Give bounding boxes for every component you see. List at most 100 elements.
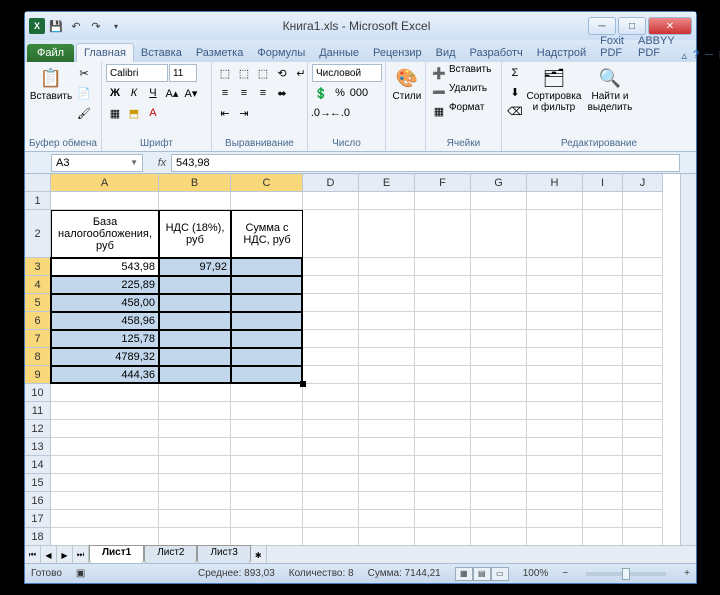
cell-G3[interactable] (471, 258, 527, 276)
row-header-10[interactable]: 10 (25, 384, 51, 402)
cell-H3[interactable] (527, 258, 583, 276)
data-cell-B6[interactable] (159, 312, 231, 330)
data-cell-C4[interactable] (231, 276, 303, 294)
cell-J11[interactable] (623, 402, 663, 420)
row-header-3[interactable]: 3 (25, 258, 51, 276)
cell-F3[interactable] (415, 258, 471, 276)
col-header-B[interactable]: B (159, 174, 231, 192)
tab-view[interactable]: Вид (429, 44, 463, 62)
cell-D4[interactable] (303, 276, 359, 294)
cell-D9[interactable] (303, 366, 359, 384)
first-sheet-icon[interactable]: ⏮ (25, 546, 41, 564)
cell-F11[interactable] (415, 402, 471, 420)
cell-G15[interactable] (471, 474, 527, 492)
cell-I7[interactable] (583, 330, 623, 348)
format-painter-icon[interactable]: 🖌 (75, 104, 93, 122)
cell-I4[interactable] (583, 276, 623, 294)
qat-dropdown-icon[interactable]: ▾ (107, 17, 125, 35)
cell-H6[interactable] (527, 312, 583, 330)
data-cell-B7[interactable] (159, 330, 231, 348)
page-break-icon[interactable]: ▭ (491, 567, 509, 581)
zoom-slider[interactable] (586, 572, 666, 576)
cell-I3[interactable] (583, 258, 623, 276)
data-cell-B3[interactable]: 97,92 (159, 258, 231, 276)
data-cell-A8[interactable]: 4789,32 (51, 348, 159, 366)
cell-J10[interactable] (623, 384, 663, 402)
cell-G5[interactable] (471, 294, 527, 312)
cell-A17[interactable] (51, 510, 159, 528)
cell-F4[interactable] (415, 276, 471, 294)
cell-A16[interactable] (51, 492, 159, 510)
data-cell-B4[interactable] (159, 276, 231, 294)
grow-font-icon[interactable]: A▴ (163, 84, 181, 102)
cell-D13[interactable] (303, 438, 359, 456)
cell-J7[interactable] (623, 330, 663, 348)
cell-B13[interactable] (159, 438, 231, 456)
row-header-15[interactable]: 15 (25, 474, 51, 492)
cell-E18[interactable] (359, 528, 415, 545)
find-select-button[interactable]: 🔍 Найти и выделить (584, 64, 636, 115)
macro-record-icon[interactable]: ▣ (76, 568, 85, 579)
cell-F12[interactable] (415, 420, 471, 438)
col-header-H[interactable]: H (527, 174, 583, 192)
data-cell-A6[interactable]: 458,96 (51, 312, 159, 330)
col-header-G[interactable]: G (471, 174, 527, 192)
cell-A12[interactable] (51, 420, 159, 438)
cell-F17[interactable] (415, 510, 471, 528)
cell-C15[interactable] (231, 474, 303, 492)
cell-G6[interactable] (471, 312, 527, 330)
cell-B14[interactable] (159, 456, 231, 474)
data-cell-A4[interactable]: 225,89 (51, 276, 159, 294)
cell-H16[interactable] (527, 492, 583, 510)
row-header-4[interactable]: 4 (25, 276, 51, 294)
cell-D5[interactable] (303, 294, 359, 312)
cell-J17[interactable] (623, 510, 663, 528)
data-cell-A9[interactable]: 444,36 (51, 366, 159, 384)
cell-A10[interactable] (51, 384, 159, 402)
cell-D6[interactable] (303, 312, 359, 330)
row-header-9[interactable]: 9 (25, 366, 51, 384)
cell-I18[interactable] (583, 528, 623, 545)
cell-F7[interactable] (415, 330, 471, 348)
cell-J18[interactable] (623, 528, 663, 545)
tab-review[interactable]: Рецензир (366, 44, 429, 62)
styles-button[interactable]: 🎨 Стили (390, 64, 424, 104)
cell-F10[interactable] (415, 384, 471, 402)
cell-H17[interactable] (527, 510, 583, 528)
percent-icon[interactable]: % (331, 84, 349, 102)
cell-E7[interactable] (359, 330, 415, 348)
cell-B17[interactable] (159, 510, 231, 528)
data-cell-A7[interactable]: 125,78 (51, 330, 159, 348)
cell-D8[interactable] (303, 348, 359, 366)
cell-D16[interactable] (303, 492, 359, 510)
cell-I17[interactable] (583, 510, 623, 528)
undo-icon[interactable]: ↶ (67, 17, 85, 35)
cell-G14[interactable] (471, 456, 527, 474)
row-header-13[interactable]: 13 (25, 438, 51, 456)
file-tab[interactable]: Файл (27, 44, 74, 62)
cell-J8[interactable] (623, 348, 663, 366)
italic-button[interactable]: К (125, 84, 143, 102)
cell-D1[interactable] (303, 192, 359, 210)
col-header-I[interactable]: I (583, 174, 623, 192)
cell-G18[interactable] (471, 528, 527, 545)
font-size-combo[interactable]: 11 (169, 64, 197, 82)
cell-G12[interactable] (471, 420, 527, 438)
cell-H2[interactable] (527, 210, 583, 258)
data-cell-A3[interactable]: 543,98 (51, 258, 159, 276)
cell-B16[interactable] (159, 492, 231, 510)
row-header-8[interactable]: 8 (25, 348, 51, 366)
data-cell-C9[interactable] (231, 366, 303, 384)
borders-icon[interactable]: ▦ (106, 104, 124, 122)
cell-F8[interactable] (415, 348, 471, 366)
row-header-16[interactable]: 16 (25, 492, 51, 510)
cell-G10[interactable] (471, 384, 527, 402)
cell-G1[interactable] (471, 192, 527, 210)
format-cells-button[interactable]: ▦Формат (430, 102, 485, 120)
cell-I1[interactable] (583, 192, 623, 210)
cell-E4[interactable] (359, 276, 415, 294)
cell-C1[interactable] (231, 192, 303, 210)
doc-minimize-icon[interactable]: ─ (705, 49, 713, 62)
cell-E5[interactable] (359, 294, 415, 312)
tab-formulas[interactable]: Формулы (250, 44, 312, 62)
